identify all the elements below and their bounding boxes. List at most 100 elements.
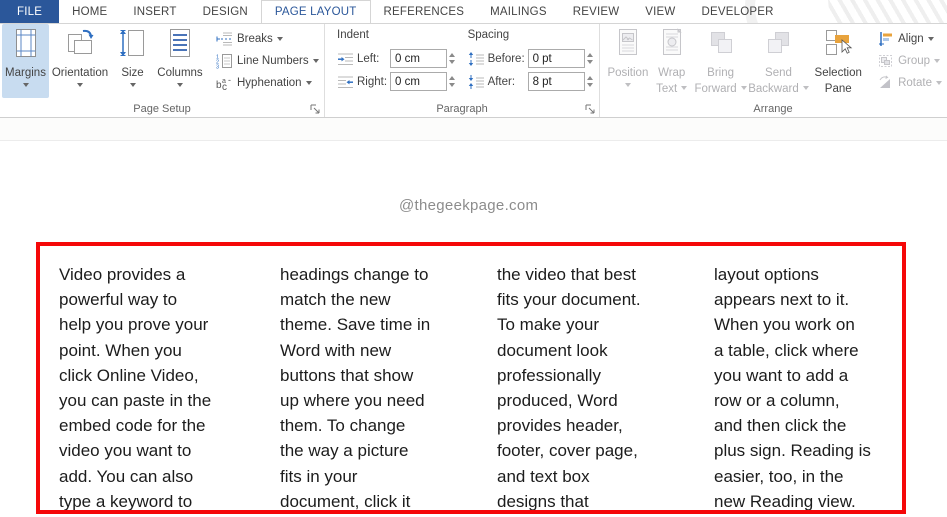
send-backward-label-line2: Backward [748, 83, 799, 96]
line-numbers-icon: 123 [216, 53, 233, 69]
bring-forward-icon [705, 27, 737, 64]
align-icon [877, 31, 894, 47]
tab-home[interactable]: HOME [59, 0, 120, 23]
selection-pane-icon [822, 27, 854, 64]
svg-text:3: 3 [216, 65, 219, 70]
document-canvas[interactable]: @thegeekpage.com Video provides a powerf… [0, 118, 947, 517]
spacing-before-label: Before: [488, 53, 528, 65]
dropdown-arrow-icon [313, 59, 319, 63]
watermark-text: @thegeekpage.com [399, 197, 538, 214]
ribbon-tab-bar: FILE HOME INSERT DESIGN PAGE LAYOUT REFE… [0, 0, 947, 24]
dropdown-arrow-icon [306, 81, 312, 85]
orientation-label: Orientation [52, 67, 108, 80]
dropdown-arrow-icon [625, 83, 631, 87]
tab-view[interactable]: VIEW [632, 0, 688, 23]
dropdown-arrow-icon [741, 86, 747, 90]
hyphenation-icon: bac- [216, 75, 233, 91]
group-label-page-setup: Page Setup [0, 103, 324, 115]
indent-header: Indent [337, 29, 464, 41]
spacing-after-label: After: [488, 76, 528, 88]
tab-developer[interactable]: DEVELOPER [688, 0, 786, 23]
indent-right-label: Right: [357, 76, 390, 88]
indent-left-input[interactable]: 0 cm [390, 49, 447, 68]
hyphenation-label: Hyphenation [237, 77, 302, 89]
group-paragraph: Indent Left: 0 cm Right: [325, 23, 600, 117]
position-label: Position [607, 67, 648, 80]
group-label: Group [898, 55, 930, 67]
spacing-after-icon [468, 74, 485, 90]
indent-right-stepper[interactable] [449, 72, 455, 91]
tab-mailings[interactable]: MAILINGS [477, 0, 560, 23]
align-button[interactable]: Align [873, 28, 946, 50]
selection-pane-button[interactable]: Selection Pane [810, 24, 866, 98]
size-button[interactable]: Size [111, 24, 154, 98]
spacing-before-input[interactable]: 0 pt [528, 49, 585, 68]
wrap-text-label-line2: Text [656, 83, 677, 96]
orientation-button[interactable]: Orientation [49, 24, 111, 98]
tab-design[interactable]: DESIGN [190, 0, 261, 23]
group-page-setup: Margins Orientation Size [0, 23, 325, 117]
group-button[interactable]: Group [873, 50, 946, 72]
indent-left-icon [337, 51, 354, 67]
bring-forward-button[interactable]: Bring Forward [695, 24, 747, 98]
red-annotation-rectangle [36, 242, 906, 514]
bring-forward-label-line2: Forward [695, 83, 737, 96]
group-label-arrange: Arrange [600, 103, 946, 115]
columns-label: Columns [157, 67, 202, 80]
document-top-margin [0, 118, 947, 141]
breaks-label: Breaks [237, 33, 273, 45]
tab-review[interactable]: REVIEW [560, 0, 633, 23]
group-objects-icon [877, 53, 894, 69]
indent-left-stepper[interactable] [449, 49, 455, 68]
spacing-before-stepper[interactable] [587, 49, 593, 68]
tab-file[interactable]: FILE [0, 0, 59, 23]
decor-stripes-icon [828, 0, 947, 23]
position-icon [612, 27, 644, 64]
dropdown-arrow-icon [681, 86, 687, 90]
orientation-icon [64, 27, 96, 64]
size-label: Size [121, 67, 143, 80]
tab-references[interactable]: REFERENCES [371, 0, 478, 23]
breaks-button[interactable]: Breaks [212, 28, 323, 50]
dropdown-arrow-icon [936, 81, 942, 85]
wrap-text-button[interactable]: Wrap Text [649, 24, 695, 98]
indent-right-icon [337, 74, 354, 90]
selection-pane-label-line2: Pane [825, 83, 852, 96]
rotate-icon [877, 75, 894, 91]
dropdown-arrow-icon [277, 37, 283, 41]
dropdown-arrow-icon [934, 59, 940, 63]
columns-button[interactable]: Columns [154, 24, 206, 98]
page-setup-dialog-launcher[interactable] [309, 102, 321, 114]
group-arrange: Position Wrap Text Bring Forward [600, 23, 946, 117]
indent-right-input[interactable]: 0 cm [390, 72, 447, 91]
paragraph-dialog-launcher[interactable] [584, 102, 596, 114]
send-backward-button[interactable]: Send Backward [747, 24, 811, 98]
spacing-header: Spacing [468, 29, 599, 41]
wrap-text-label-line1: Wrap [658, 67, 685, 80]
tab-insert[interactable]: INSERT [120, 0, 189, 23]
dropdown-arrow-icon [77, 83, 83, 87]
send-backward-label-line1: Send [765, 67, 792, 80]
spacing-after-stepper[interactable] [587, 72, 593, 91]
word-window: FILE HOME INSERT DESIGN PAGE LAYOUT REFE… [0, 0, 947, 517]
breaks-icon [216, 31, 233, 47]
dropdown-arrow-icon [803, 86, 809, 90]
spacing-before-icon [468, 51, 485, 67]
svg-text:c: c [222, 82, 227, 91]
tab-page-layout[interactable]: PAGE LAYOUT [261, 0, 371, 23]
margins-icon [10, 27, 42, 64]
dropdown-arrow-icon [928, 37, 934, 41]
rotate-button[interactable]: Rotate [873, 72, 946, 94]
position-button[interactable]: Position [607, 24, 649, 98]
size-icon [117, 27, 149, 64]
send-backward-icon [762, 27, 794, 64]
selection-pane-label-line1: Selection [815, 67, 862, 80]
ribbon: Margins Orientation Size [0, 23, 947, 118]
rotate-label: Rotate [898, 77, 932, 89]
margins-button[interactable]: Margins [2, 24, 49, 98]
group-label-paragraph: Paragraph [325, 103, 599, 115]
hyphenation-button[interactable]: bac- Hyphenation [212, 72, 323, 94]
spacing-after-input[interactable]: 8 pt [528, 72, 585, 91]
wrap-text-icon [656, 27, 688, 64]
line-numbers-button[interactable]: 123 Line Numbers [212, 50, 323, 72]
